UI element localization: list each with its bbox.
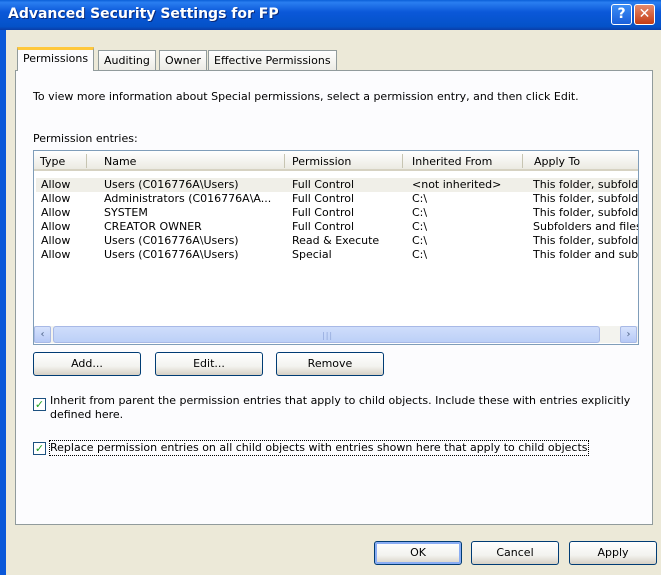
cell-apply-to: Subfolders and files [533, 220, 638, 233]
edit-button[interactable]: Edit... [155, 352, 263, 376]
table-row[interactable]: Allow CREATOR OWNER Full Control C:\ Sub… [36, 220, 638, 234]
column-divider[interactable] [284, 154, 285, 168]
cell-inherited-from: C:\ [412, 248, 428, 261]
scroll-thumb[interactable]: ||| [53, 326, 600, 343]
scroll-right-icon[interactable]: › [620, 326, 637, 343]
column-header-permission[interactable]: Permission [292, 155, 351, 168]
cell-name: Users (C016776A\Users) [104, 248, 239, 261]
cell-type: Allow [41, 248, 71, 261]
inherit-label-line2: defined here. [50, 408, 124, 421]
cancel-button[interactable]: Cancel [471, 541, 559, 565]
cell-name: SYSTEM [104, 206, 148, 219]
cell-inherited-from: C:\ [412, 220, 428, 233]
table-row[interactable]: Allow Users (C016776A\Users) Special C:\… [36, 248, 638, 262]
cell-type: Allow [41, 178, 71, 191]
cell-type: Allow [41, 220, 71, 233]
cell-type: Allow [41, 206, 71, 219]
inherit-checkbox[interactable]: ✓ [33, 398, 46, 411]
ok-button[interactable]: OK [374, 541, 462, 565]
permission-entries-label: Permission entries: [33, 132, 138, 145]
table-row[interactable]: Allow Users (C016776A\Users) Full Contro… [36, 178, 638, 192]
cell-apply-to: This folder, subfold [533, 206, 638, 219]
cell-inherited-from: C:\ [412, 206, 428, 219]
cell-type: Allow [41, 234, 71, 247]
cell-name: Administrators (C016776A\A... [104, 192, 272, 205]
inherit-checkbox-label[interactable]: Inherit from parent the permission entri… [50, 394, 650, 422]
add-button[interactable]: Add... [33, 352, 141, 376]
horizontal-scrollbar[interactable]: ‹ ||| › [34, 326, 638, 343]
cell-apply-to: This folder, subfold [533, 234, 638, 247]
cell-name: Users (C016776A\Users) [104, 234, 239, 247]
table-row[interactable]: Allow Users (C016776A\Users) Read & Exec… [36, 234, 638, 248]
cell-name: Users (C016776A\Users) [104, 178, 239, 191]
cell-permission: Full Control [292, 178, 355, 191]
column-header-type[interactable]: Type [40, 155, 65, 168]
table-row[interactable]: Allow SYSTEM Full Control C:\ This folde… [36, 206, 638, 220]
column-header-apply-to[interactable]: Apply To [534, 155, 580, 168]
cell-permission: Full Control [292, 206, 355, 219]
title-bar: Advanced Security Settings for FP ? ✕ [0, 0, 661, 30]
close-icon[interactable]: ✕ [634, 4, 655, 25]
remove-button[interactable]: Remove [276, 352, 384, 376]
cell-permission: Full Control [292, 192, 355, 205]
cell-apply-to: This folder, subfold [533, 192, 638, 205]
replace-checkbox[interactable]: ✓ [33, 442, 46, 455]
table-row[interactable]: Allow Administrators (C016776A\A... Full… [36, 192, 638, 206]
cell-apply-to: This folder and sub [533, 248, 638, 261]
window-frame [0, 30, 6, 575]
help-icon[interactable]: ? [611, 4, 632, 25]
tab-auditing[interactable]: Auditing [98, 50, 156, 70]
cell-inherited-from: C:\ [412, 192, 428, 205]
cell-apply-to: This folder, subfold [533, 178, 638, 191]
cell-permission: Special [292, 248, 332, 261]
column-divider[interactable] [522, 154, 523, 168]
permission-entries-list[interactable]: Type Name Permission Inherited From Appl… [33, 150, 639, 345]
list-header: Type Name Permission Inherited From Appl… [34, 151, 638, 171]
scroll-grip-icon: ||| [322, 331, 334, 340]
info-text: To view more information about Special p… [33, 90, 579, 103]
cell-permission: Full Control [292, 220, 355, 233]
tab-permissions[interactable]: Permissions [17, 47, 95, 71]
cell-inherited-from: <not inherited> [412, 178, 502, 191]
column-divider[interactable] [402, 154, 403, 168]
scroll-left-icon[interactable]: ‹ [34, 326, 51, 343]
cell-permission: Read & Execute [292, 234, 380, 247]
cell-name: CREATOR OWNER [104, 220, 202, 233]
column-header-inherited-from[interactable]: Inherited From [412, 155, 492, 168]
window-title: Advanced Security Settings for FP [8, 6, 279, 22]
cell-type: Allow [41, 192, 71, 205]
column-header-name[interactable]: Name [104, 155, 136, 168]
tab-effective-permissions[interactable]: Effective Permissions [208, 50, 337, 70]
column-divider[interactable] [86, 154, 87, 168]
replace-checkbox-label[interactable]: Replace permission entries on all child … [49, 440, 589, 456]
cell-inherited-from: C:\ [412, 234, 428, 247]
apply-button[interactable]: Apply [569, 541, 657, 565]
tab-owner[interactable]: Owner [159, 50, 207, 70]
inherit-label-line1: Inherit from parent the permission entri… [50, 394, 631, 407]
